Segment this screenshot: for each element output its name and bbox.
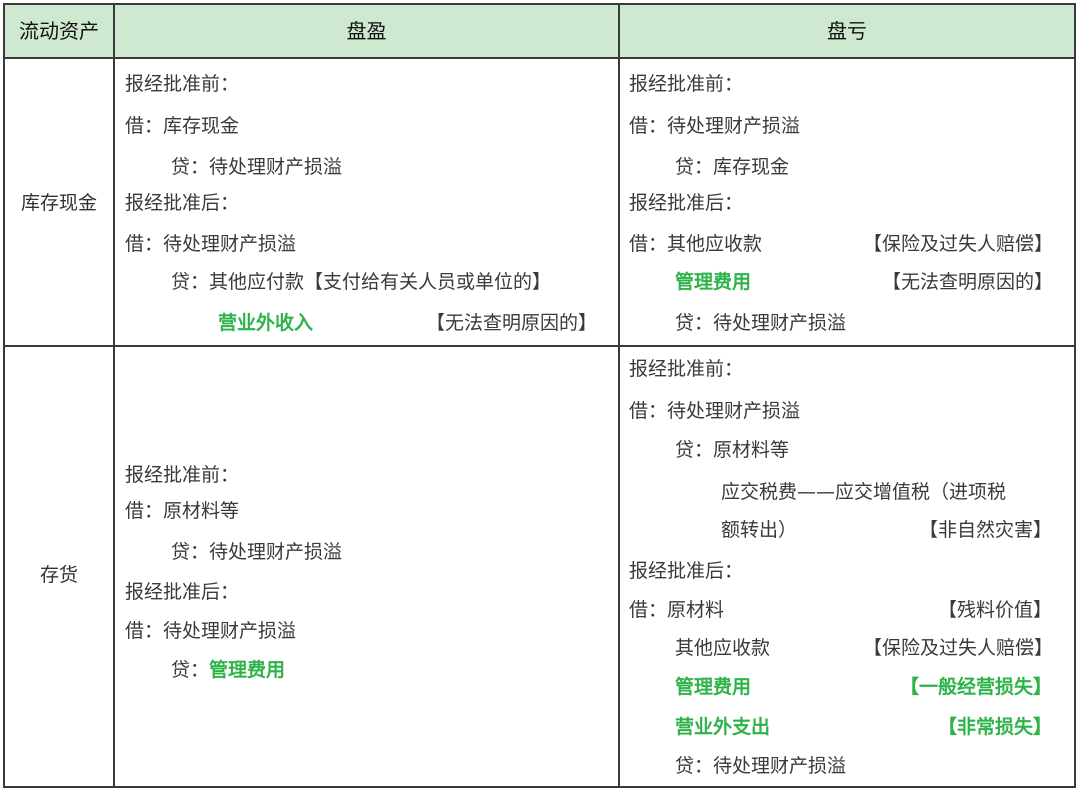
cash-shortage-debit3-note: 【无法查明原因的】 bbox=[882, 271, 1054, 293]
cash-surplus-debit2: 借：待处理财产损溢 bbox=[125, 233, 297, 255]
inv-shortage-debit3-note: 【保险及过失人赔偿】 bbox=[863, 637, 1054, 659]
row-label-cash: 库存现金 bbox=[20, 192, 97, 214]
cash-shortage-pre: 报经批准前： bbox=[629, 73, 744, 95]
inv-shortage-debit4-note: 【一般经营损失】 bbox=[900, 676, 1053, 698]
inv-surplus-credit2-prefix: 贷： bbox=[171, 659, 210, 681]
header-shortage: 盘亏 bbox=[827, 19, 867, 43]
accounting-table: 流动资产 盘盈 盘亏 库存现金 报经批准前： 借：库存现金 贷：待处理财产损溢 … bbox=[3, 3, 1076, 788]
cash-shortage-credit: 贷：库存现金 bbox=[675, 156, 790, 178]
inv-surplus-credit2-account: 管理费用 bbox=[209, 659, 286, 681]
inv-shortage-debit: 借：待处理财产损溢 bbox=[629, 400, 801, 422]
header-surplus: 盘盈 bbox=[346, 19, 387, 43]
cash-shortage-debit3-account: 管理费用 bbox=[675, 271, 752, 293]
inv-shortage-pre: 报经批准前： bbox=[629, 358, 744, 380]
column-divider-1 bbox=[113, 5, 115, 786]
inv-shortage-tax-line2: 额转出） bbox=[721, 519, 798, 541]
cash-surplus-credit2: 贷：其他应付款【支付给有关人员或单位的】 bbox=[171, 271, 552, 293]
inv-shortage-tax-line1: 应交税费——应交增值税（进项税 bbox=[721, 481, 1007, 503]
inv-shortage-debit2-note: 【残料价值】 bbox=[938, 599, 1053, 621]
cash-surplus-debit: 借：库存现金 bbox=[125, 115, 240, 137]
cash-surplus-credit: 贷：待处理财产损溢 bbox=[171, 156, 343, 178]
cash-shortage-post: 报经批准后： bbox=[629, 192, 744, 214]
cash-surplus-post: 报经批准后： bbox=[125, 192, 240, 214]
cash-shortage-debit2-note: 【保险及过失人赔偿】 bbox=[863, 233, 1054, 255]
inv-shortage-debit5-note: 【非常损失】 bbox=[938, 716, 1053, 738]
cash-shortage-debit: 借：待处理财产损溢 bbox=[629, 115, 801, 137]
cash-surplus-credit3-account: 营业外收入 bbox=[218, 312, 314, 334]
inv-shortage-tax-note: 【非自然灾害】 bbox=[919, 519, 1053, 541]
inv-shortage-debit5-account: 营业外支出 bbox=[675, 716, 771, 738]
inv-shortage-debit3-account: 其他应收款 bbox=[675, 637, 771, 659]
inv-surplus-debit: 借：原材料等 bbox=[125, 500, 240, 522]
column-divider-2 bbox=[618, 5, 620, 786]
inv-surplus-pre: 报经批准前： bbox=[125, 464, 240, 486]
inv-surplus-post: 报经批准后： bbox=[125, 581, 240, 603]
cash-shortage-credit2: 贷：待处理财产损溢 bbox=[675, 312, 847, 334]
inv-shortage-debit4-account: 管理费用 bbox=[675, 676, 752, 698]
row-label-inventory: 存货 bbox=[39, 564, 78, 586]
cash-surplus-credit3-note: 【无法查明原因的】 bbox=[426, 312, 598, 334]
inv-shortage-post: 报经批准后： bbox=[629, 560, 744, 582]
header-current-assets: 流动资产 bbox=[19, 19, 99, 43]
cash-shortage-debit2-account: 借：其他应收款 bbox=[629, 233, 763, 255]
cash-surplus-pre: 报经批准前： bbox=[125, 73, 240, 95]
inv-surplus-debit2: 借：待处理财产损溢 bbox=[125, 620, 297, 642]
inv-surplus-credit: 贷：待处理财产损溢 bbox=[171, 541, 343, 563]
inv-shortage-debit2-account: 借：原材料 bbox=[629, 599, 725, 621]
row-divider bbox=[5, 345, 1074, 347]
inv-shortage-credit: 贷：原材料等 bbox=[675, 439, 790, 461]
inv-shortage-credit2: 贷：待处理财产损溢 bbox=[675, 755, 847, 777]
